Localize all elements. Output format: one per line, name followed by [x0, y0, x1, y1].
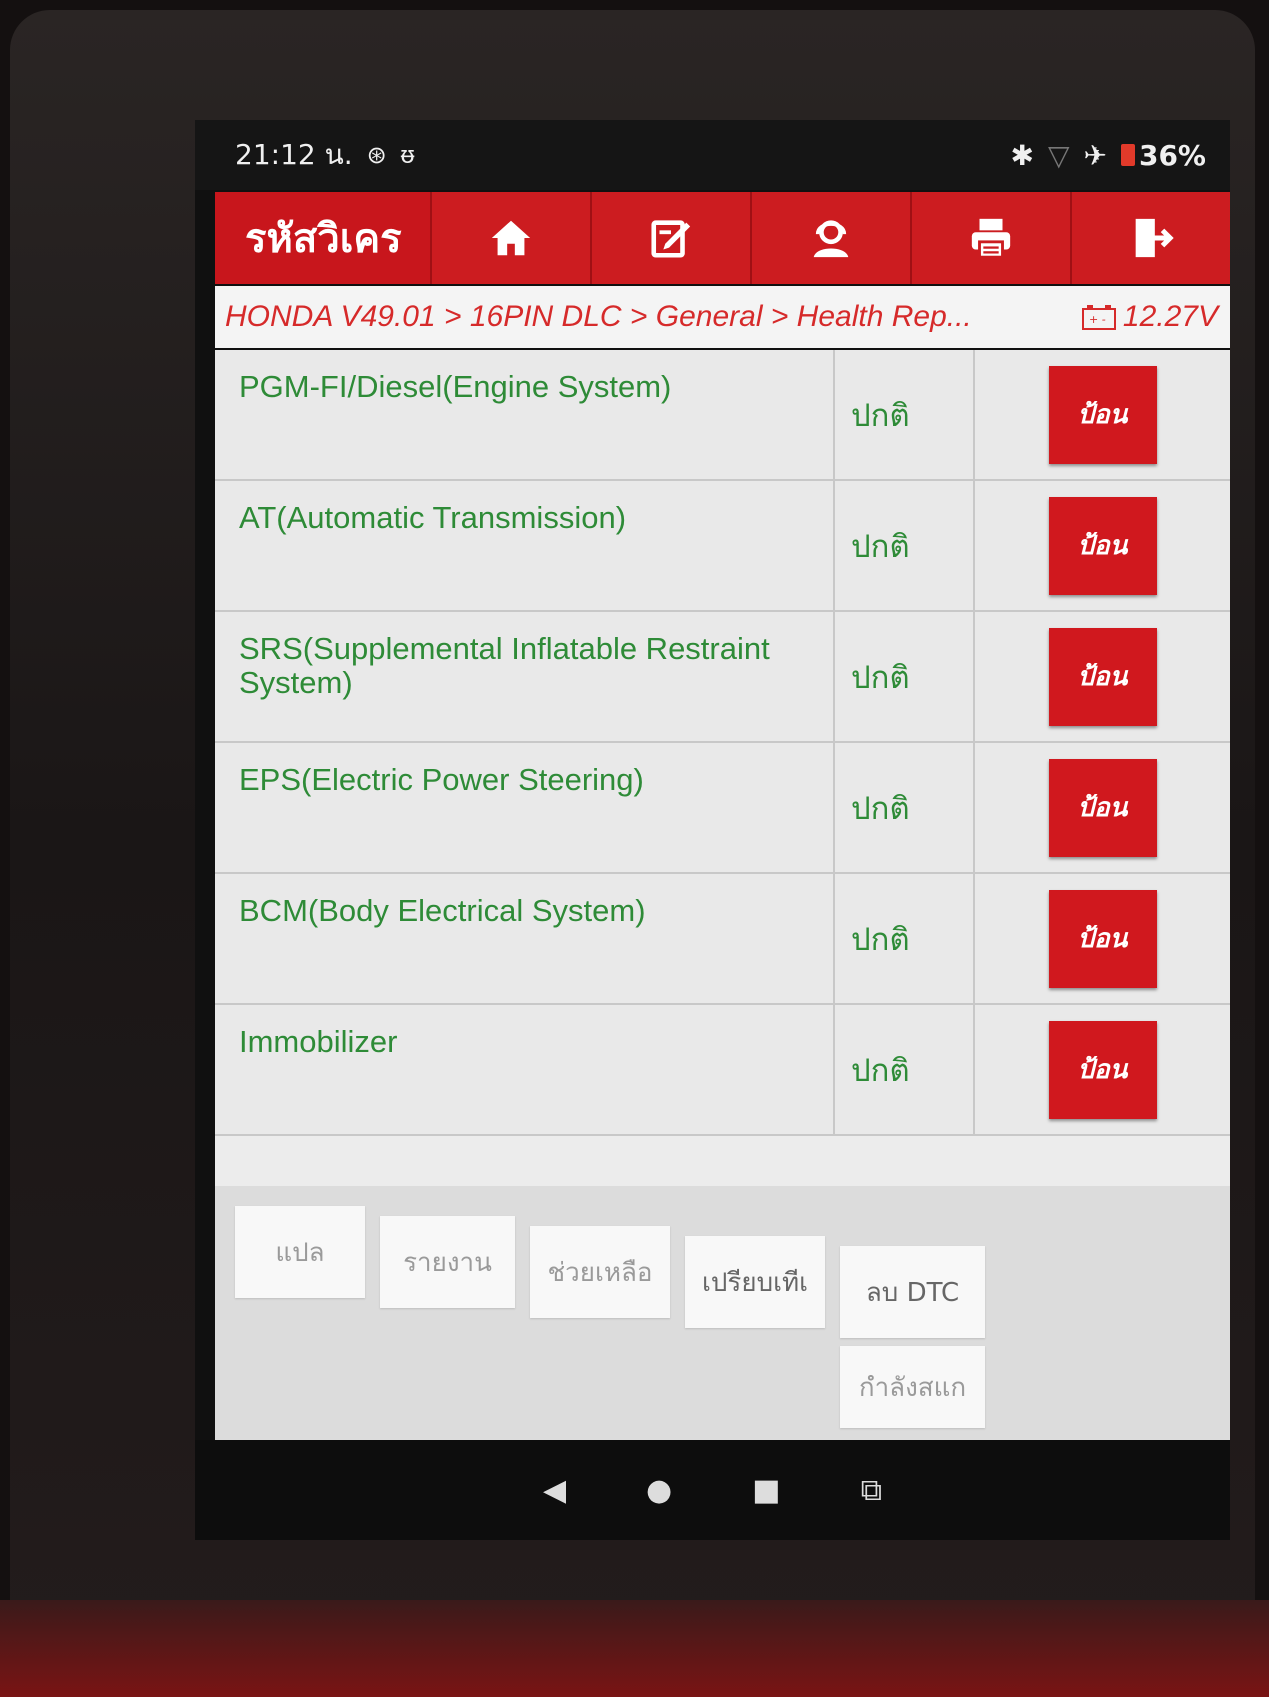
table-row: Immobilizer ปกติ ป้อน: [215, 1005, 1230, 1136]
support-agent-icon: [813, 220, 849, 258]
settings-status-icon: ⊛: [366, 141, 387, 169]
status-time: 21:12 น.: [235, 138, 353, 171]
system-name: EPS(Electric Power Steering): [215, 743, 835, 872]
enter-button[interactable]: ป้อน: [1048, 889, 1157, 988]
breadcrumb: HONDA V49.01 > 16PIN DLC > General > Hea…: [215, 286, 1230, 348]
app-header: รหัสวิเคร: [215, 192, 1230, 284]
breadcrumb-path: HONDA V49.01 > 16PIN DLC > General > Hea…: [225, 300, 972, 333]
battery-indicator: 36%: [1120, 138, 1206, 172]
table-surface: [0, 1600, 1269, 1697]
recents-icon[interactable]: ■: [752, 1473, 780, 1508]
car-battery-icon: + -: [1081, 305, 1116, 330]
table-row: SRS(Supplemental Inflatable Restraint Sy…: [215, 612, 1230, 743]
android-nav-bar: ◀ ● ■ ⧉: [195, 1440, 1230, 1540]
battery-percent: 36%: [1138, 138, 1206, 172]
system-name: BCM(Body Electrical System): [215, 874, 835, 1003]
clear-dtc-button[interactable]: ลบ DTC: [840, 1246, 985, 1338]
system-status: ปกติ: [835, 612, 975, 741]
list-empty-area: [215, 1136, 1230, 1186]
bottom-toolbar: แปล รายงาน ช่วยเหลือ เปรียบเทีเ ลบ DTC ก…: [215, 1186, 1230, 1440]
table-row: AT(Automatic Transmission) ปกติ ป้อน: [215, 481, 1230, 612]
help-button[interactable]: ช่วยเหลือ: [530, 1226, 670, 1318]
system-list: PGM-FI/Diesel(Engine System) ปกติ ป้อน A…: [215, 350, 1230, 1180]
system-name: SRS(Supplemental Inflatable Restraint Sy…: [215, 612, 835, 741]
table-row: PGM-FI/Diesel(Engine System) ปกติ ป้อน: [215, 350, 1230, 481]
enter-button[interactable]: ป้อน: [1048, 1020, 1157, 1119]
system-status: ปกติ: [835, 874, 975, 1003]
back-icon[interactable]: ◀: [543, 1473, 566, 1508]
translate-button[interactable]: แปล: [235, 1206, 365, 1298]
system-status: ปกติ: [835, 1005, 975, 1134]
screen: 21:12 น. ⊛ ᵿ ✱ ▽ ✈ 36% รหัสวิเคร HONDA V…: [195, 120, 1230, 1540]
voltage-indicator: + - 12.27V: [1081, 300, 1218, 334]
svg-text:+ -: + -: [1089, 313, 1106, 326]
printer-icon: [971, 218, 1011, 259]
usb-debug-icon: ᵿ: [400, 140, 415, 169]
print-button[interactable]: [910, 192, 1070, 284]
system-name: AT(Automatic Transmission): [215, 481, 835, 610]
home-circle-icon[interactable]: ●: [646, 1473, 672, 1508]
enter-button[interactable]: ป้อน: [1048, 365, 1157, 464]
airplane-mode-icon: ✈: [1083, 138, 1107, 172]
screenshot-icon[interactable]: ⧉: [861, 1473, 882, 1508]
edit-button[interactable]: [590, 192, 750, 284]
compare-button[interactable]: เปรียบเทีเ: [685, 1236, 825, 1328]
exit-icon: [1135, 218, 1174, 258]
system-name: Immobilizer: [215, 1005, 835, 1134]
status-bar: 21:12 น. ⊛ ᵿ ✱ ▽ ✈ 36%: [195, 120, 1230, 190]
wifi-icon: ▽: [1047, 138, 1070, 172]
exit-button[interactable]: [1070, 192, 1230, 284]
home-button[interactable]: [430, 192, 590, 284]
enter-button[interactable]: ป้อน: [1048, 758, 1157, 857]
system-status: ปกติ: [835, 350, 975, 479]
enter-button[interactable]: ป้อน: [1048, 496, 1157, 595]
battery-icon: [1120, 144, 1135, 166]
report-button[interactable]: รายงาน: [380, 1216, 515, 1308]
support-button[interactable]: [750, 192, 910, 284]
bluetooth-icon: ✱: [1010, 138, 1034, 172]
system-name: PGM-FI/Diesel(Engine System): [215, 350, 835, 479]
system-status: ปกติ: [835, 743, 975, 872]
system-status: ปกติ: [835, 481, 975, 610]
home-icon: [491, 220, 531, 256]
table-row: EPS(Electric Power Steering) ปกติ ป้อน: [215, 743, 1230, 874]
voltage-value: 12.27V: [1122, 300, 1218, 333]
edit-icon: [651, 220, 691, 258]
enter-button[interactable]: ป้อน: [1048, 627, 1157, 726]
page-title: รหัสวิเคร: [245, 216, 402, 262]
table-row: BCM(Body Electrical System) ปกติ ป้อน: [215, 874, 1230, 1005]
scanning-button[interactable]: กำลังสแก: [840, 1346, 985, 1428]
